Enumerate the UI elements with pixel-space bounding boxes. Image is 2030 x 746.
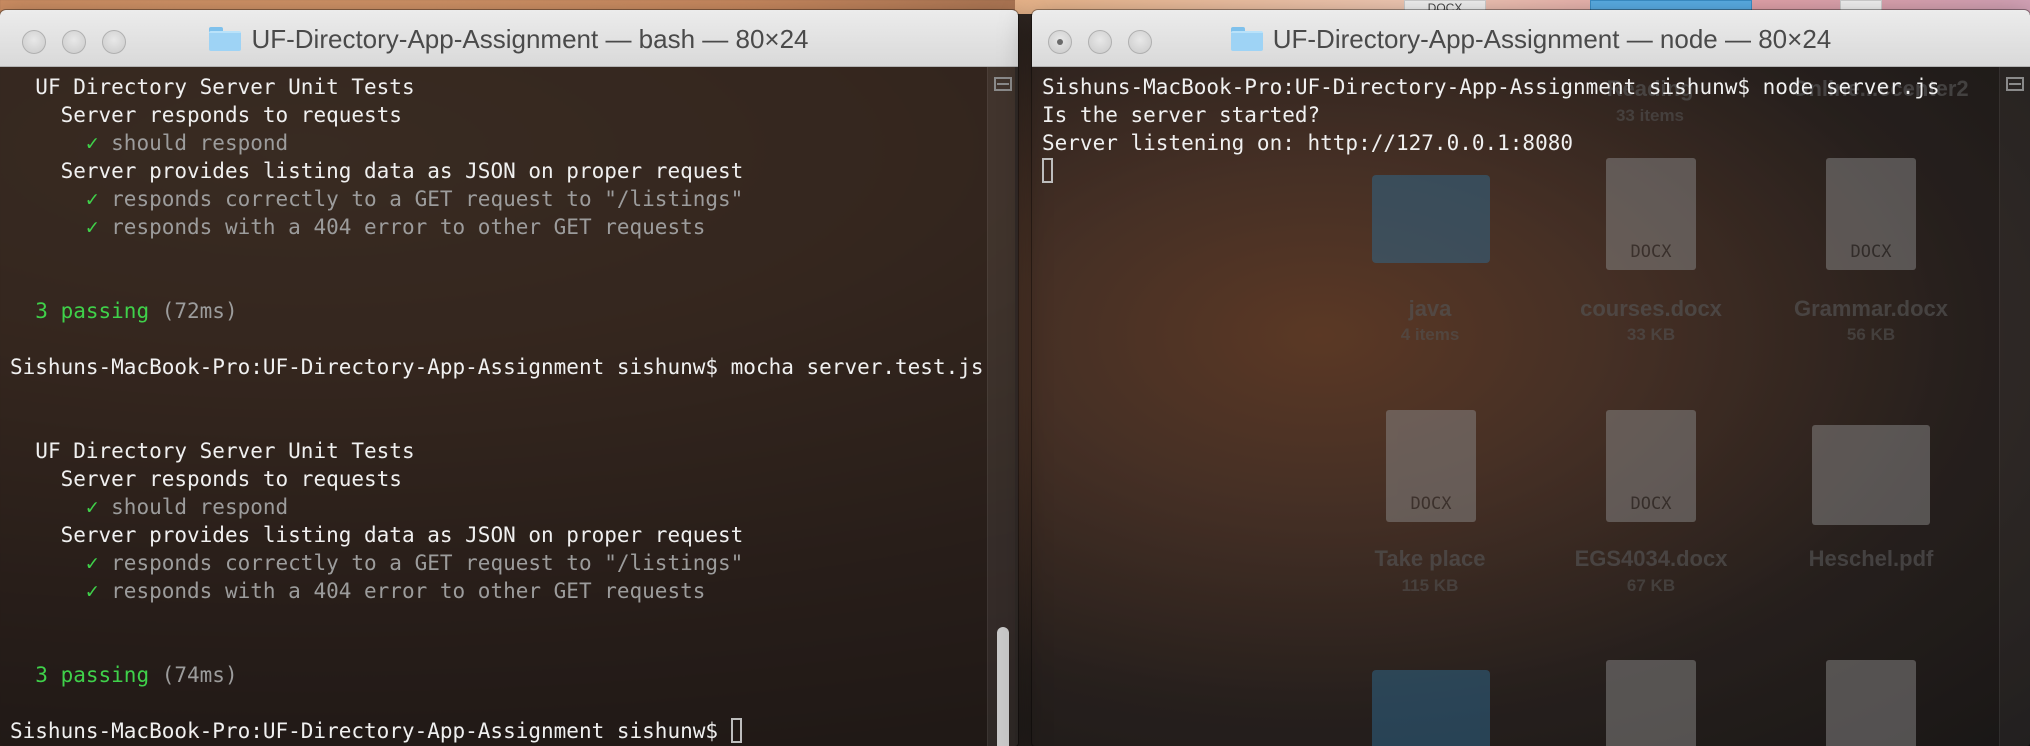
terminal-text: responds correctly to a GET request to "… — [98, 551, 744, 575]
terminal-text: responds correctly to a GET request to "… — [98, 187, 744, 211]
terminal-line: ✓ responds correctly to a GET request to… — [10, 185, 984, 213]
terminal-line: Sishuns-MacBook-Pro:UF-Directory-App-Ass… — [10, 353, 984, 381]
terminal-line: ✓ should respond — [10, 493, 984, 521]
terminal-text: UF Directory Server Unit Tests — [35, 439, 415, 463]
terminal-line: Server provides listing data as JSON on … — [10, 521, 984, 549]
node-terminal-window[interactable]: UF-Directory-App-Assignment — node — 80×… — [1032, 10, 2030, 746]
passing-count: 3 passing — [35, 299, 150, 323]
window-title-text: UF-Directory-App-Assignment — bash — 80×… — [251, 23, 809, 54]
scrollbar[interactable] — [1999, 67, 2030, 746]
folder-icon — [1230, 27, 1263, 51]
terminal-line — [1042, 157, 1940, 185]
terminal-text: Server provides listing data as JSON on … — [60, 523, 744, 547]
terminal-line: Sishuns-MacBook-Pro:UF-Directory-App-Ass… — [10, 717, 984, 745]
terminal-text: Server responds to requests — [60, 103, 402, 127]
scrollbar[interactable] — [987, 67, 1018, 746]
terminal-text: should respond — [98, 495, 289, 519]
window-title: UF-Directory-App-Assignment — bash — 80×… — [0, 24, 1018, 54]
terminal-line: UF Directory Server Unit Tests — [10, 73, 984, 101]
terminal-text: Server responds to requests — [60, 467, 402, 491]
terminal-output[interactable]: Sishuns-MacBook-Pro:UF-Directory-App-Ass… — [1032, 67, 1940, 746]
terminal-text: Is the server started? — [1042, 103, 1321, 127]
terminal-output[interactable]: UF Directory Server Unit Tests Server re… — [0, 67, 984, 746]
split-pane-icon[interactable] — [994, 77, 1012, 91]
terminal-text: responds with a 404 error to other GET r… — [98, 579, 706, 603]
terminal-line: Server listening on: http://127.0.0.1:80… — [1042, 129, 1940, 157]
terminal-line: Server responds to requests — [10, 465, 984, 493]
check-icon: ✓ — [85, 579, 99, 603]
terminal-text: should respond — [98, 131, 289, 155]
folder-icon — [209, 27, 242, 51]
terminal-line: Is the server started? — [1042, 101, 1940, 129]
passing-count: 3 passing — [35, 663, 150, 687]
terminal-line: ✓ should respond — [10, 129, 984, 157]
check-icon: ✓ — [85, 495, 99, 519]
terminal-text: Server provides listing data as JSON on … — [60, 159, 744, 183]
terminal-text: Server listening on: http://127.0.0.1:80… — [1042, 131, 1574, 155]
terminal-line: UF Directory Server Unit Tests — [10, 437, 984, 465]
terminal-text: (72ms) — [149, 299, 238, 323]
terminal-text: UF Directory Server Unit Tests — [35, 75, 415, 99]
window-titlebar[interactable]: UF-Directory-App-Assignment — node — 80×… — [1032, 10, 2030, 67]
bash-terminal-window[interactable]: UF-Directory-App-Assignment — bash — 80×… — [0, 10, 1018, 746]
check-icon: ✓ — [85, 187, 99, 211]
check-icon: ✓ — [85, 131, 99, 155]
window-titlebar[interactable]: UF-Directory-App-Assignment — bash — 80×… — [0, 10, 1018, 67]
terminal-line: Sishuns-MacBook-Pro:UF-Directory-App-Ass… — [1042, 73, 1940, 101]
terminal-line: Server responds to requests — [10, 101, 984, 129]
terminal-line: 3 passing (72ms) — [10, 297, 984, 325]
window-title-text: UF-Directory-App-Assignment — node — 80×… — [1272, 23, 1832, 54]
check-icon: ✓ — [85, 215, 99, 239]
text-cursor — [1042, 158, 1053, 183]
terminal-text: Sishuns-MacBook-Pro:UF-Directory-App-Ass… — [10, 719, 731, 743]
terminal-line: Server provides listing data as JSON on … — [10, 157, 984, 185]
terminal-line: ✓ responds correctly to a GET request to… — [10, 549, 984, 577]
terminal-line: ✓ responds with a 404 error to other GET… — [10, 577, 984, 605]
terminal-text: Sishuns-MacBook-Pro:UF-Directory-App-Ass… — [10, 355, 984, 379]
text-cursor — [730, 718, 742, 743]
terminal-line: ✓ responds with a 404 error to other GET… — [10, 213, 984, 241]
window-title: UF-Directory-App-Assignment — node — 80×… — [1032, 24, 2030, 54]
split-pane-icon[interactable] — [2006, 77, 2024, 91]
check-icon: ✓ — [85, 551, 99, 575]
terminal-line: 3 passing (74ms) — [10, 661, 984, 689]
terminal-text: responds with a 404 error to other GET r… — [98, 215, 706, 239]
scrollbar-thumb[interactable] — [997, 627, 1009, 746]
terminal-text: Sishuns-MacBook-Pro:UF-Directory-App-Ass… — [1042, 75, 1940, 99]
terminal-text: (74ms) — [149, 663, 238, 687]
